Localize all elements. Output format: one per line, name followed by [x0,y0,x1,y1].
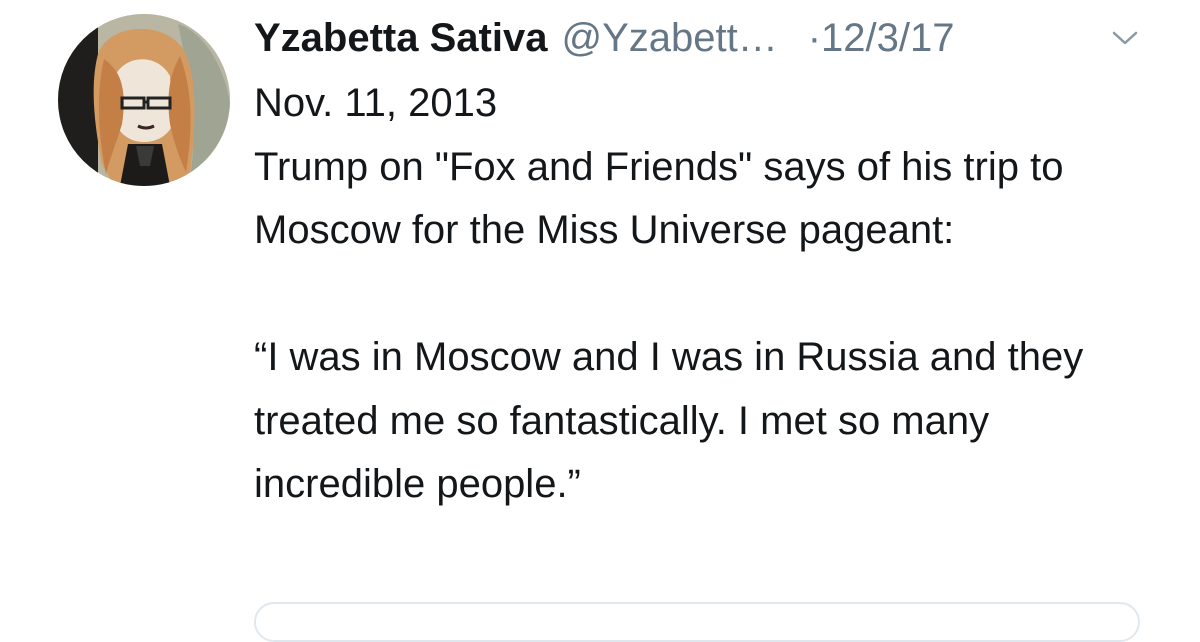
embedded-card[interactable] [254,602,1140,642]
chevron-down-icon[interactable] [1112,30,1138,46]
tweet-text-date-line: Nov. 11, 2013 [254,81,498,125]
author-handle[interactable]: @Yzabett… [561,10,777,66]
tweet-text-quote: “I was in Moscow and I was in Russia and… [254,335,1084,506]
tweet-text: Nov. 11, 2013 Trump on "Fox and Friends"… [254,72,1154,517]
profile-avatar-illustration [58,14,230,186]
tweet: Yzabetta Sativa @Yzabett… · 12/3/17 Nov.… [0,0,1200,642]
author-avatar[interactable] [58,14,230,186]
author-display-name[interactable]: Yzabetta Sativa [254,10,547,66]
tweet-text-paragraph: Trump on "Fox and Friends" says of his t… [254,144,1064,253]
tweet-header: Yzabetta Sativa @Yzabett… · 12/3/17 [254,10,955,70]
header-separator: · [807,16,822,60]
tweet-date[interactable]: 12/3/17 [821,10,954,66]
